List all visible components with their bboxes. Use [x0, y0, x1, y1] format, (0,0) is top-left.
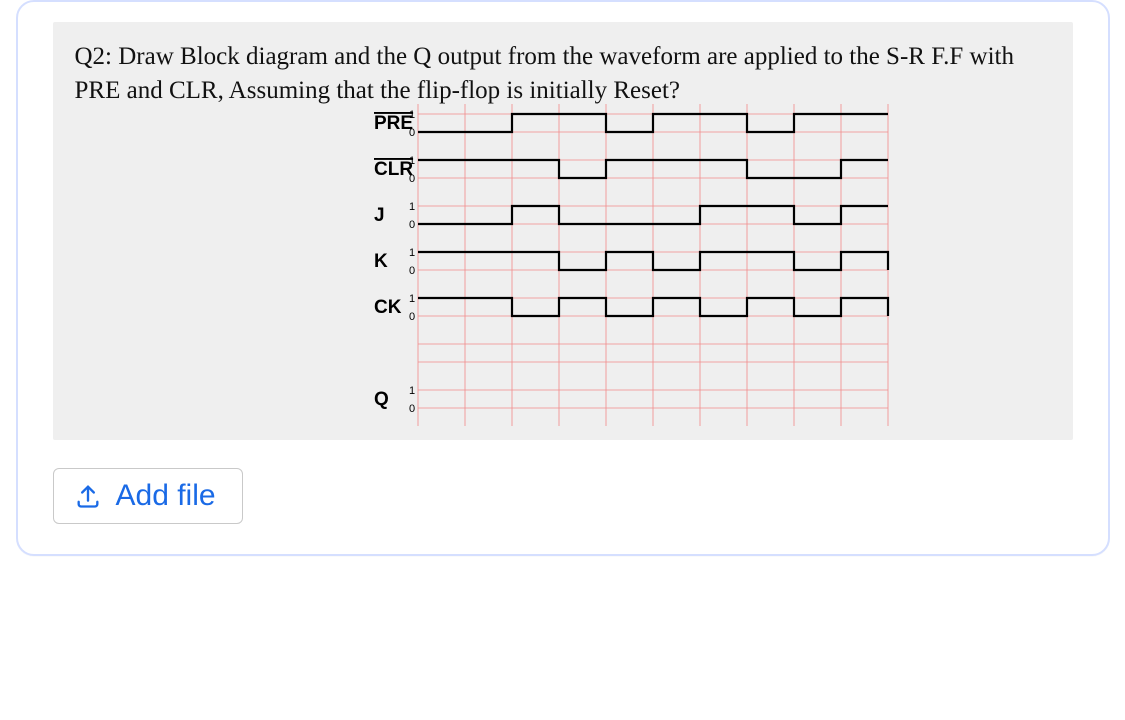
question-body: Draw Block diagram and the Q output from…	[75, 43, 1014, 104]
timing-diagram-wrap: PRE10CLR10J10K10CK10Q10	[75, 100, 1051, 440]
svg-text:0: 0	[409, 311, 415, 323]
svg-text:1: 1	[409, 109, 415, 121]
question-card: Q2: Draw Block diagram and the Q output …	[16, 0, 1110, 556]
svg-text:CLR: CLR	[374, 159, 413, 180]
svg-text:1: 1	[409, 293, 415, 305]
question-area: Q2: Draw Block diagram and the Q output …	[53, 22, 1073, 440]
svg-text:1: 1	[409, 201, 415, 213]
svg-text:CK: CK	[374, 297, 402, 318]
question-text: Q2: Draw Block diagram and the Q output …	[75, 40, 1051, 108]
svg-text:0: 0	[409, 173, 415, 185]
svg-text:0: 0	[409, 265, 415, 277]
svg-text:1: 1	[409, 385, 415, 397]
timing-diagram: PRE10CLR10J10K10CK10Q10	[348, 100, 908, 440]
upload-icon	[74, 482, 102, 510]
svg-text:0: 0	[409, 219, 415, 231]
svg-text:J: J	[374, 205, 385, 226]
add-file-label: Add file	[116, 479, 216, 513]
svg-text:1: 1	[409, 247, 415, 259]
add-file-button[interactable]: Add file	[53, 468, 243, 524]
svg-text:Q: Q	[374, 389, 389, 410]
svg-text:0: 0	[409, 127, 415, 139]
question-prefix: Q2:	[75, 43, 113, 70]
svg-text:1: 1	[409, 155, 415, 167]
svg-text:PRE: PRE	[374, 113, 413, 134]
svg-text:0: 0	[409, 403, 415, 415]
svg-text:K: K	[374, 251, 388, 272]
add-file-row: Add file	[53, 468, 1073, 524]
